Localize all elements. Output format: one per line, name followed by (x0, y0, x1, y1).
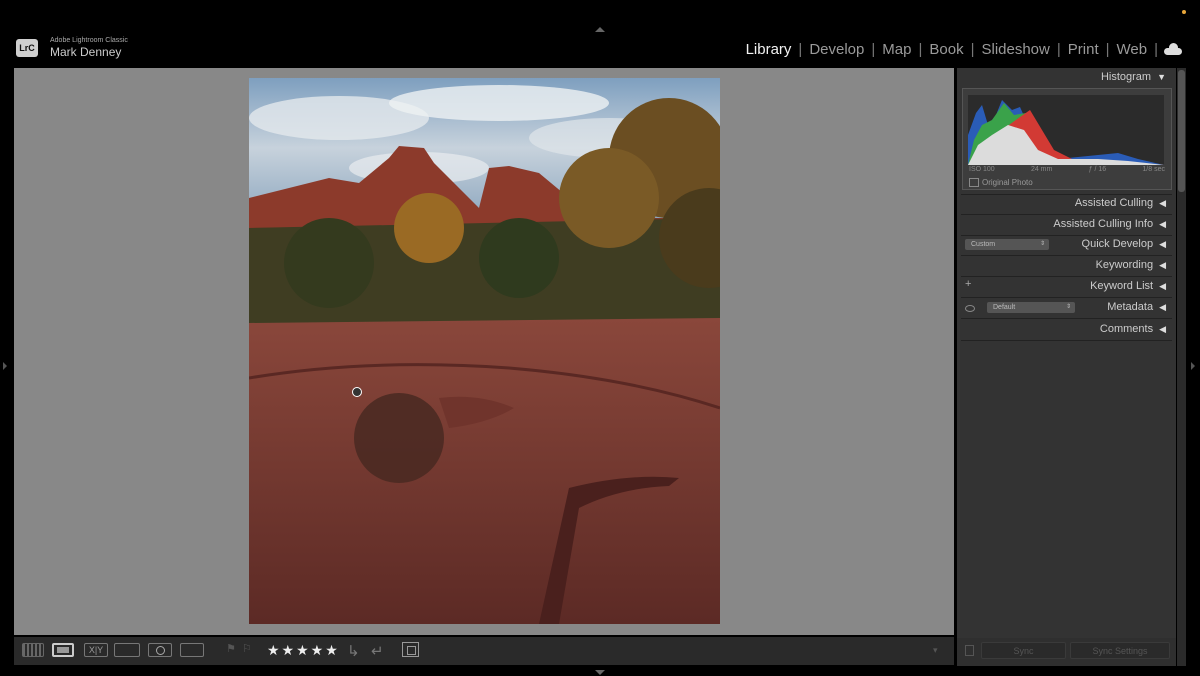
product-name: Adobe Lightroom Classic (50, 37, 128, 44)
collapse-right-panel-icon[interactable] (1191, 362, 1195, 370)
module-web[interactable]: Web (1110, 41, 1155, 58)
collapsed-arrow-icon: ◀ (1159, 324, 1166, 334)
expanded-arrow-icon: ▼ (1157, 72, 1166, 82)
collapsed-arrow-icon: ◀ (1159, 239, 1166, 249)
histogram-title: Histogram (1100, 71, 1152, 83)
module-picker: Library | Develop | Map | Book | Slidesh… (739, 41, 1182, 58)
divider (961, 214, 1172, 215)
histogram-header[interactable]: Histogram ▼ (1101, 71, 1166, 83)
keyword-list-header[interactable]: Keyword List ◀ (1090, 280, 1166, 292)
assisted-culling-info-header[interactable]: Assisted Culling Info ◀ (1053, 218, 1166, 230)
iso-value: ISO 100 (969, 166, 995, 173)
stepper-icon: ⇕ (1065, 304, 1071, 310)
zoom-cursor-icon (352, 387, 362, 397)
aperture-value: ƒ / 16 (1088, 166, 1107, 173)
comments-header[interactable]: Comments ◀ (1100, 323, 1166, 335)
module-slideshow[interactable]: Slideshow (974, 41, 1056, 58)
cloud-icon[interactable] (1164, 42, 1182, 55)
keywording-header[interactable]: Keywording ◀ (1096, 259, 1166, 271)
eye-icon[interactable] (965, 305, 975, 312)
photo-illustration (249, 78, 720, 624)
sync-settings-button[interactable]: Sync Settings (1070, 642, 1170, 659)
collapsed-arrow-icon: ◀ (1159, 260, 1166, 270)
secondary-display-icon[interactable] (180, 643, 204, 657)
original-photo-checkbox[interactable] (969, 178, 979, 187)
divider (961, 340, 1172, 341)
collapsed-arrow-icon: ◀ (1159, 219, 1166, 229)
stepper-icon: ⇕ (1039, 241, 1045, 247)
star-rating[interactable]: ★★★★★ (267, 642, 340, 659)
assisted-culling-header[interactable]: Assisted Culling ◀ (1075, 197, 1166, 209)
module-develop[interactable]: Develop (802, 41, 871, 58)
metadata-preset-value: Default (993, 304, 1016, 311)
rotate-right-icon[interactable]: ↵ (371, 642, 384, 660)
keywording-title: Keywording (1095, 259, 1154, 271)
keyword-list-title: Keyword List (1090, 280, 1154, 292)
flag-pick-icon[interactable]: ⚑ (226, 644, 236, 655)
user-name: Mark Denney (50, 45, 122, 59)
metadata-preset-select[interactable]: Default ⇕ (987, 302, 1075, 313)
collapsed-arrow-icon: ◀ (1159, 281, 1166, 291)
exif-info: ISO 100 24 mm ƒ / 16 1/8 sec (969, 166, 1165, 173)
original-photo-toggle[interactable]: Original Photo (969, 178, 1033, 187)
module-print[interactable]: Print (1061, 41, 1106, 58)
left-panel-edge[interactable] (0, 66, 12, 668)
scrollbar-thumb[interactable] (1178, 70, 1185, 192)
right-panel-edge[interactable] (1186, 66, 1200, 668)
survey-view-icon[interactable] (114, 643, 140, 657)
compare-view-icon[interactable]: X|Y (84, 643, 108, 657)
collapsed-arrow-icon: ◀ (1159, 302, 1166, 312)
divider (961, 194, 1172, 195)
flag-reject-icon[interactable]: ⚐ (242, 644, 252, 655)
divider (961, 235, 1172, 236)
right-panel: Histogram ▼ ISO 100 24 mm ƒ / 16 1/8 sec … (957, 68, 1176, 666)
assisted-culling-info-title: Assisted Culling Info (1053, 218, 1154, 230)
histogram[interactable]: ISO 100 24 mm ƒ / 16 1/8 sec Original Ph… (962, 88, 1172, 190)
original-photo-label: Original Photo (982, 178, 1033, 187)
expand-left-panel-icon[interactable] (3, 362, 7, 370)
divider (961, 276, 1172, 277)
module-separator: | (1154, 41, 1158, 58)
divider (961, 255, 1172, 256)
crop-overlay-icon[interactable] (402, 642, 419, 657)
divider (961, 318, 1172, 319)
collapse-top-panel-icon[interactable] (595, 27, 605, 32)
add-keyword-icon[interactable]: + (965, 278, 971, 290)
top-bar: LrC Adobe Lightroom Classic Mark Denney … (0, 0, 1200, 66)
collapsed-arrow-icon: ◀ (1159, 198, 1166, 208)
library-toolbar: X|Y ⚑ ⚐ ★★★★★ ↳ ↵ ▾ (14, 637, 954, 665)
metadata-title: Metadata (1107, 301, 1154, 313)
loupe-view[interactable] (14, 68, 954, 635)
toolbar-dropdown-icon[interactable]: ▾ (933, 645, 938, 656)
grid-view-icon[interactable] (22, 643, 44, 657)
shutter-value: 1/8 sec (1142, 166, 1165, 173)
auto-sync-switch[interactable] (965, 645, 974, 656)
metadata-header[interactable]: Metadata ◀ (1107, 301, 1166, 313)
lrc-logo: LrC (16, 39, 38, 57)
quick-develop-title: Quick Develop (1081, 238, 1154, 250)
focal-length-value: 24 mm (1030, 166, 1053, 173)
divider (961, 297, 1172, 298)
quick-develop-header[interactable]: Quick Develop ◀ (1082, 238, 1166, 250)
module-map[interactable]: Map (875, 41, 918, 58)
module-library[interactable]: Library (739, 41, 799, 58)
activity-dot-icon[interactable] (1182, 10, 1186, 14)
people-view-icon[interactable] (148, 643, 172, 657)
histogram-graph (968, 95, 1164, 165)
panel-footer: Sync Sync Settings (957, 638, 1176, 666)
loupe-view-icon[interactable] (52, 643, 74, 657)
quick-develop-preset-value: Custom (971, 241, 996, 248)
sync-button[interactable]: Sync (981, 642, 1066, 659)
quick-develop-preset-select[interactable]: Custom ⇕ (965, 239, 1049, 250)
module-book[interactable]: Book (922, 41, 970, 58)
collapse-filmstrip-icon[interactable] (595, 670, 605, 675)
right-panel-scrollbar[interactable] (1177, 68, 1186, 666)
rotate-left-icon[interactable]: ↳ (347, 642, 360, 660)
assisted-culling-title: Assisted Culling (1074, 197, 1154, 209)
comments-title: Comments (1099, 323, 1154, 335)
photo[interactable] (249, 78, 720, 624)
